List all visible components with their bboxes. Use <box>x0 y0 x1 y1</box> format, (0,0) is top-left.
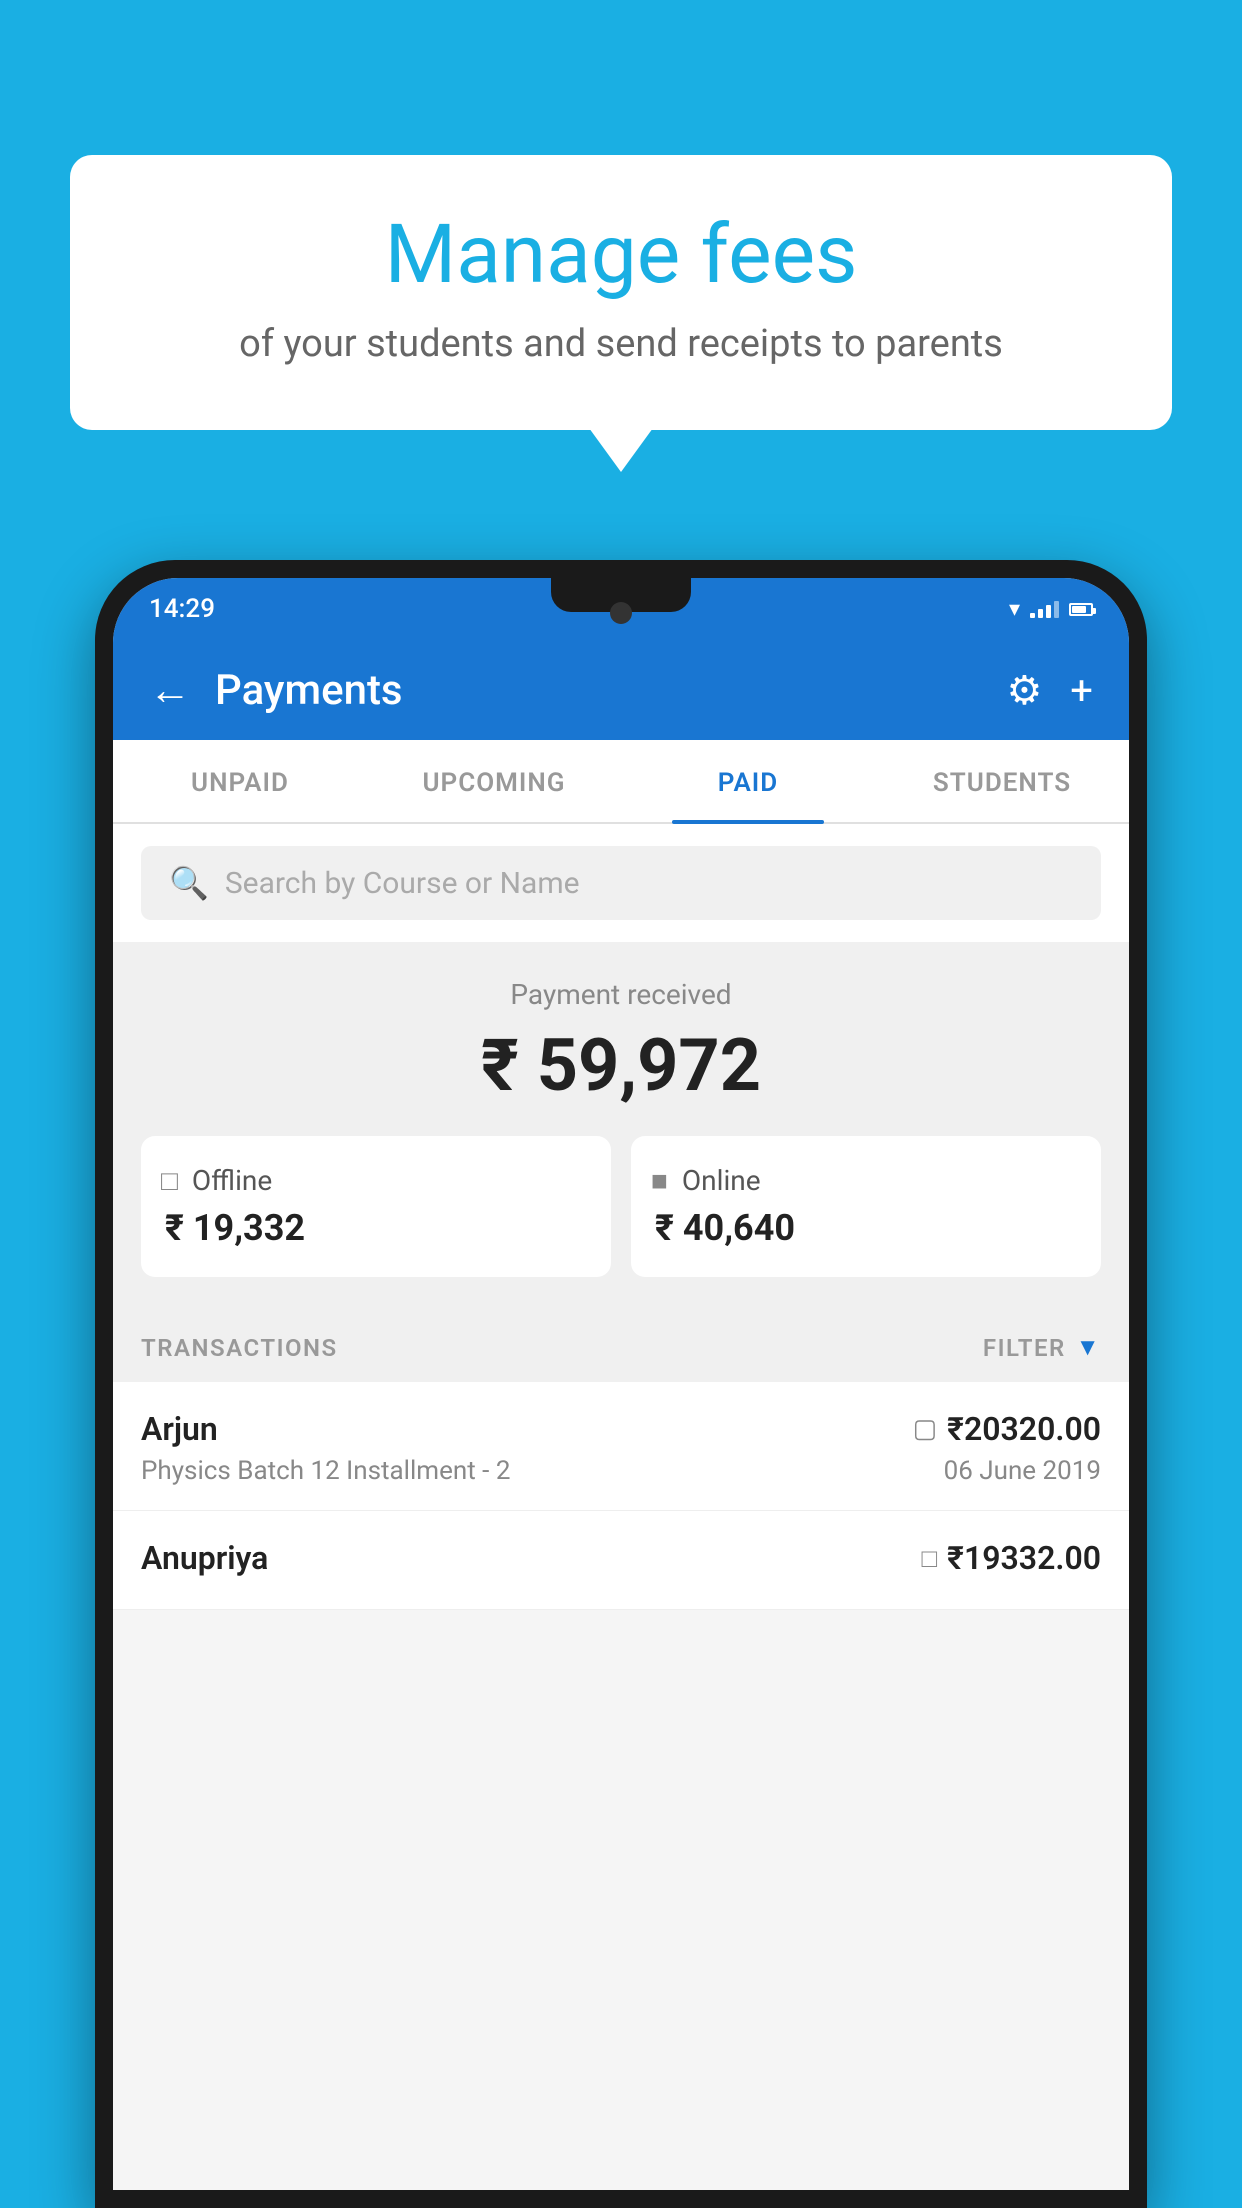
transactions-header: TRANSACTIONS FILTER ▼ <box>113 1305 1129 1382</box>
online-card-header: ■ Online <box>651 1164 761 1197</box>
transaction-amount-wrap: □ ₹19332.00 <box>921 1539 1101 1577</box>
search-box[interactable]: 🔍 Search by Course or Name <box>141 846 1101 920</box>
online-amount: ₹ 40,640 <box>651 1207 795 1249</box>
app-bar: ← Payments ⚙ + <box>113 640 1129 740</box>
offline-card-header: □ Offline <box>161 1164 272 1197</box>
transaction-amount-wrap: ▢ ₹20320.00 <box>913 1410 1101 1448</box>
transactions-label: TRANSACTIONS <box>141 1334 338 1362</box>
transaction-row-bottom: Physics Batch 12 Installment - 2 06 June… <box>141 1456 1101 1486</box>
phone-mockup: 14:29 ▾ <box>95 560 1147 2208</box>
battery-icon <box>1069 603 1093 616</box>
status-icons: ▾ <box>1009 597 1093 622</box>
tabs-bar: UNPAID UPCOMING PAID STUDENTS <box>113 740 1129 824</box>
transaction-course: Physics Batch 12 Installment - 2 <box>141 1456 510 1486</box>
back-button[interactable]: ← <box>149 666 191 715</box>
payment-received-label: Payment received <box>141 978 1101 1011</box>
phone-screen: 14:29 ▾ <box>113 578 1129 2190</box>
filter-button[interactable]: FILTER ▼ <box>983 1333 1101 1362</box>
payment-total-amount: ₹ 59,972 <box>141 1023 1101 1108</box>
table-row[interactable]: Arjun ▢ ₹20320.00 Physics Batch 12 Insta… <box>113 1382 1129 1511</box>
settings-button[interactable]: ⚙ <box>1006 667 1042 714</box>
tab-students[interactable]: STUDENTS <box>875 740 1129 822</box>
transaction-list: Arjun ▢ ₹20320.00 Physics Batch 12 Insta… <box>113 1382 1129 1610</box>
transaction-amount: ₹20320.00 <box>947 1410 1101 1448</box>
transaction-date: 06 June 2019 <box>944 1456 1101 1486</box>
add-button[interactable]: + <box>1070 667 1093 714</box>
filter-icon: ▼ <box>1076 1333 1101 1362</box>
status-time: 14:29 <box>149 594 215 624</box>
bubble-title: Manage fees <box>130 210 1112 300</box>
signal-icon <box>1030 600 1059 618</box>
offline-label: Offline <box>192 1164 272 1197</box>
transaction-amount: ₹19332.00 <box>947 1539 1101 1577</box>
transaction-name: Anupriya <box>141 1539 268 1577</box>
tab-paid[interactable]: PAID <box>621 740 875 822</box>
app-bar-actions: ⚙ + <box>1006 667 1093 714</box>
card-payment-icon: ▢ <box>913 1414 938 1444</box>
online-icon: ■ <box>651 1164 668 1197</box>
table-row[interactable]: Anupriya □ ₹19332.00 <box>113 1511 1129 1610</box>
filter-label: FILTER <box>983 1334 1066 1362</box>
transaction-row-top: Anupriya □ ₹19332.00 <box>141 1539 1101 1577</box>
transaction-name: Arjun <box>141 1410 218 1448</box>
search-icon: 🔍 <box>169 864 209 902</box>
online-label: Online <box>682 1164 761 1197</box>
tab-upcoming[interactable]: UPCOMING <box>367 740 621 822</box>
online-card: ■ Online ₹ 40,640 <box>631 1136 1101 1277</box>
search-input[interactable]: Search by Course or Name <box>225 866 580 901</box>
offline-amount: ₹ 19,332 <box>161 1207 305 1249</box>
app-background: Manage fees of your students and send re… <box>0 0 1242 2208</box>
payment-summary: Payment received ₹ 59,972 □ Offline ₹ 19… <box>113 942 1129 1305</box>
phone-camera <box>610 602 632 624</box>
payment-cards: □ Offline ₹ 19,332 ■ Online ₹ 40,640 <box>141 1136 1101 1277</box>
phone-notch <box>551 578 691 612</box>
transaction-row-top: Arjun ▢ ₹20320.00 <box>141 1410 1101 1448</box>
search-container: 🔍 Search by Course or Name <box>113 824 1129 942</box>
tab-unpaid[interactable]: UNPAID <box>113 740 367 822</box>
speech-bubble: Manage fees of your students and send re… <box>70 155 1172 430</box>
offline-card: □ Offline ₹ 19,332 <box>141 1136 611 1277</box>
speech-bubble-container: Manage fees of your students and send re… <box>70 155 1172 430</box>
offline-payment-icon: □ <box>921 1543 937 1574</box>
offline-icon: □ <box>161 1164 178 1197</box>
bubble-subtitle: of your students and send receipts to pa… <box>130 320 1112 369</box>
wifi-icon: ▾ <box>1009 597 1020 622</box>
app-bar-title: Payments <box>215 666 982 715</box>
